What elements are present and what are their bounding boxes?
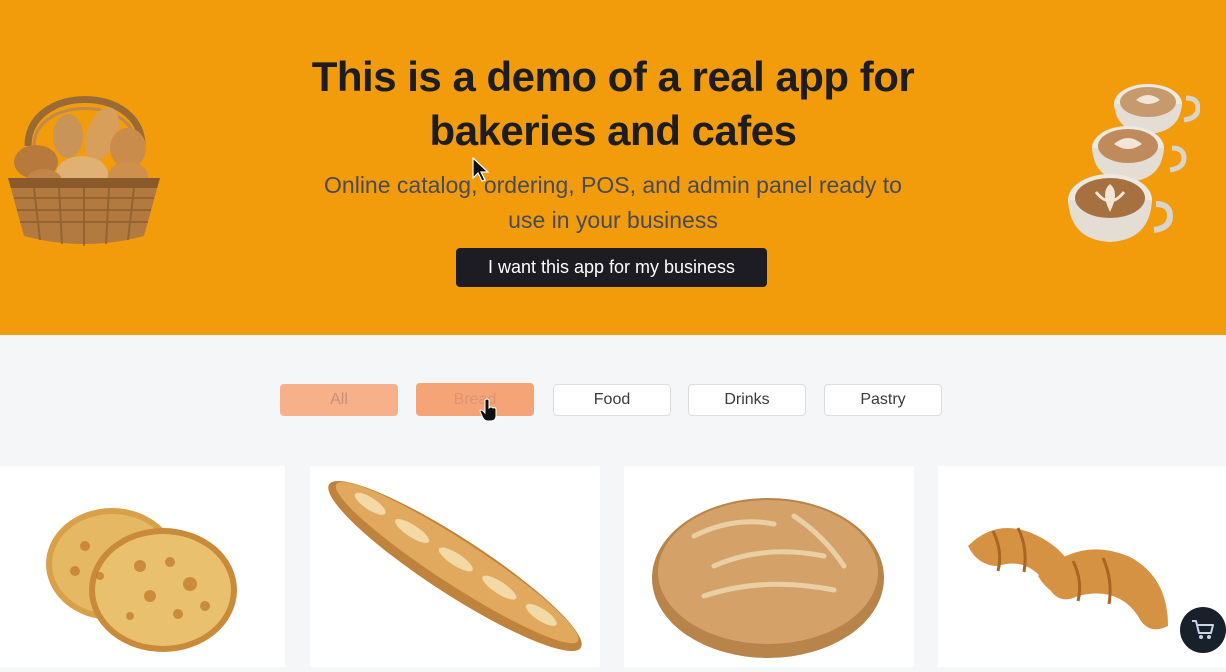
cursor-hand-icon: [479, 398, 497, 422]
hero-title: This is a demo of a real app for bakerie…: [250, 50, 976, 158]
product-card[interactable]: [310, 466, 600, 667]
hero-title-line-2: bakeries and cafes: [429, 107, 797, 154]
hero-subtitle: Online catalog, ordering, POS, and admin…: [270, 168, 956, 238]
hero-title-line-1: This is a demo of a real app for: [311, 53, 915, 100]
hero-banner: This is a demo of a real app for bakerie…: [0, 0, 1226, 335]
bread-basket-image: [8, 96, 160, 246]
coffee-cups-image: [1068, 84, 1200, 242]
filter-all[interactable]: All: [280, 384, 398, 416]
cart-icon: [1192, 620, 1214, 639]
filter-bread[interactable]: Bread: [416, 383, 534, 416]
cart-button[interactable]: [1180, 607, 1226, 653]
get-app-button[interactable]: I want this app for my business: [456, 248, 767, 287]
filter-pastry[interactable]: Pastry: [824, 384, 942, 416]
round-loaf-image: [652, 498, 884, 658]
product-card[interactable]: [0, 466, 285, 667]
hero-subtitle-line-1: Online catalog, ordering, POS, and admin…: [324, 172, 902, 198]
filter-drinks[interactable]: Drinks: [688, 384, 806, 416]
cursor-arrow-icon: [472, 157, 490, 182]
filter-food[interactable]: Food: [553, 384, 671, 416]
baguette-image: [328, 480, 582, 652]
product-card[interactable]: [624, 466, 914, 667]
hero-subtitle-line-2: use in your business: [508, 207, 718, 233]
cheese-buns-image: [46, 508, 237, 652]
category-filters: All Bread Food Drinks Pastry: [0, 383, 1226, 418]
